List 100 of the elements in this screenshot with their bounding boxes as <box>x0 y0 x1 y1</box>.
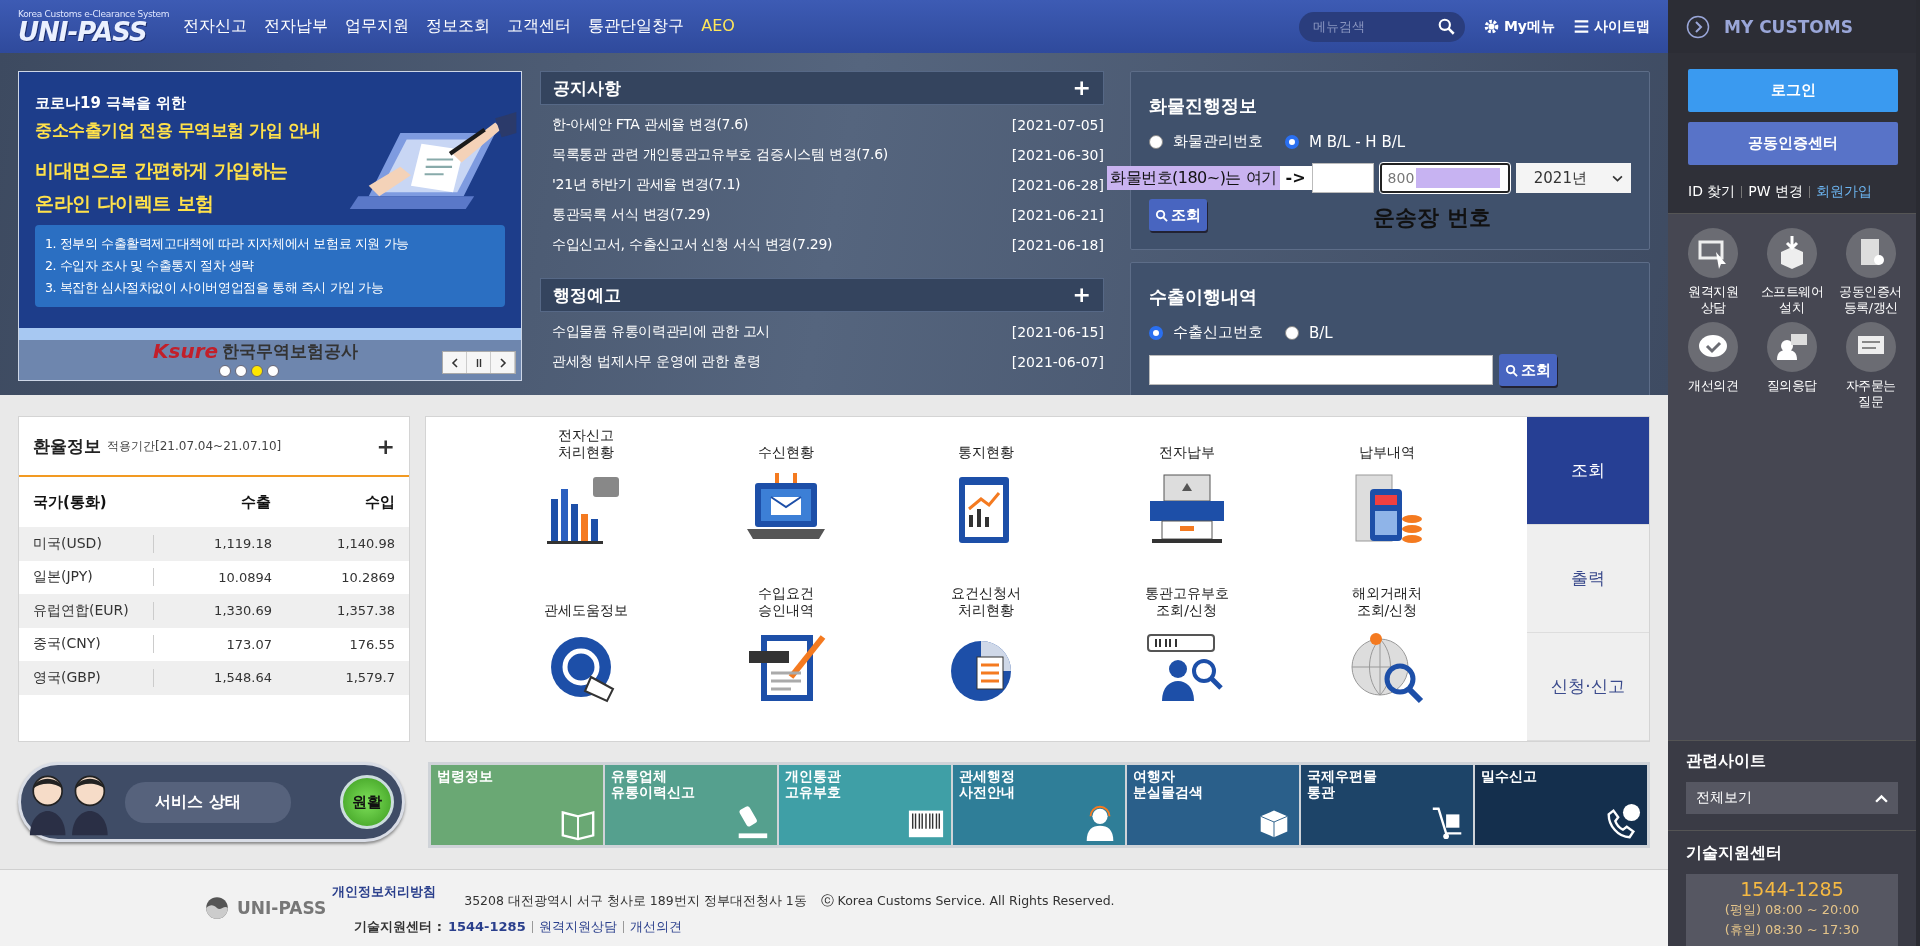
quick-menu-item[interactable]: 원격지원 상담 <box>1674 227 1753 316</box>
category-tab[interactable]: 조회 <box>1527 417 1649 525</box>
quick-link-tile[interactable]: 밀수신고 <box>1475 765 1647 845</box>
notice-link[interactable]: 목록통관 관련 개인통관고유부호 검증시스템 변경(7.6) <box>552 146 888 164</box>
service-link[interactable]: 통관고유부호 조회/신청 <box>1086 583 1287 741</box>
notice-link[interactable]: 수입신고서, 수출신고서 신청 서식 변경(7.29) <box>552 236 833 254</box>
radio-option[interactable]: 수출신고번호 <box>1149 323 1263 342</box>
chat-check-icon[interactable] <box>1688 321 1739 372</box>
quick-link-tile[interactable]: 관세행정 사전안내 <box>953 765 1125 845</box>
certificate-center-button[interactable]: 공동인증센터 <box>1688 122 1898 165</box>
my-menu-link[interactable]: My메뉴 <box>1482 17 1555 36</box>
quick-menu-item[interactable]: 자주묻는 질문 <box>1831 321 1910 410</box>
menu-item[interactable]: 전자신고 <box>183 16 248 37</box>
quick-menu-item[interactable]: 소프트웨어 설치 <box>1752 227 1832 316</box>
table-cell: 유럽연합(EUR) <box>33 601 154 620</box>
year-select[interactable]: 2021년 <box>1515 163 1631 193</box>
notice-link[interactable]: 통관목록 서식 변경(7.29) <box>552 206 711 224</box>
service-link[interactable]: 해외거래처 조회/신청 <box>1286 583 1487 741</box>
support-hours: (휴일) 08:30 ~ 17:30 <box>1724 921 1860 939</box>
monitor-cursor-icon[interactable] <box>1688 227 1739 278</box>
table-cell-text: 173.07 <box>225 636 272 652</box>
menu-item[interactable]: 업무지원 <box>345 16 410 37</box>
quick-menu-item[interactable]: 개선의견 <box>1674 321 1753 410</box>
radio-option[interactable]: B/L <box>1285 323 1333 342</box>
export-number-field[interactable] <box>1149 355 1493 385</box>
more-link[interactable]: + <box>1072 284 1091 306</box>
brand-name: 한국무역보험공사 <box>222 340 359 362</box>
menu-item[interactable]: 정보조회 <box>426 16 491 37</box>
menu-item[interactable]: AEO <box>701 16 735 37</box>
notice-date: [2021-07-05] <box>1011 117 1104 133</box>
table-cell: 일본(JPY) <box>33 568 154 587</box>
notice-link[interactable]: 관세청 법제사무 운영에 관한 훈령 <box>552 353 761 371</box>
account-link[interactable]: 회원가입 <box>1816 183 1873 201</box>
footer-link[interactable]: 원격지원상담 <box>538 917 617 936</box>
quick-menu-item[interactable]: 공동인증서 등록/갱신 <box>1831 227 1910 316</box>
column-header: 수출 <box>240 492 271 512</box>
menu-item[interactable]: 통관단일창구 <box>588 16 685 37</box>
search-icon[interactable] <box>1437 17 1455 35</box>
person-chat-icon[interactable] <box>1767 321 1817 372</box>
radio-option[interactable]: 화물관리번호 <box>1149 132 1263 151</box>
quick-link-tile[interactable]: 여행자 분실물검색 <box>1127 765 1299 845</box>
period-text: 적용기간[21.07.04~21.07.10] <box>107 437 282 455</box>
quick-link-tile[interactable]: 국제우편물 통관 <box>1301 765 1473 845</box>
chevron-circle-icon[interactable] <box>1686 14 1710 39</box>
notice-date: [2021-06-30] <box>1011 147 1104 163</box>
logo[interactable]: Korea Customs e-Clearance System UNI-PASS <box>18 8 170 45</box>
service-link[interactable]: 전자납부 <box>1086 425 1287 583</box>
service-link[interactable]: 수신현황 <box>686 425 887 583</box>
account-link[interactable]: ID 찾기 <box>1688 183 1736 201</box>
support-phone: 1544-1285 <box>447 919 526 934</box>
privacy-policy-link[interactable]: 개인정보처리방침 <box>332 883 437 901</box>
handwritten-note: 운송장 번호 <box>1373 204 1491 232</box>
notice-link[interactable]: 수입물품 유통이력관리에 관한 고시 <box>552 323 770 341</box>
quick-menu-item[interactable]: 질의응답 <box>1752 321 1832 410</box>
table-cell-text: 1,548.64 <box>213 670 272 686</box>
notice-link[interactable]: 한-아세안 FTA 관세율 변경(7.6) <box>552 116 749 134</box>
category-tab[interactable]: 출력 <box>1527 525 1649 633</box>
section-title: 관련사이트 <box>1686 751 1767 772</box>
service-link[interactable]: 수입요건 승인내역 <box>686 583 887 741</box>
service-link[interactable]: 납부내역 <box>1286 425 1487 583</box>
more-link[interactable]: + <box>1072 77 1091 99</box>
service-link[interactable]: 전자신고 처리현황 <box>486 425 687 583</box>
notice-link[interactable]: '21년 하반기 관세율 변경(7.1) <box>552 176 741 194</box>
footer-logo-text: UNI-PASS <box>237 898 327 918</box>
pause-button[interactable] <box>467 352 491 373</box>
sitemap-link[interactable]: 사이트맵 <box>1573 17 1650 36</box>
bl-number-field[interactable]: 800 <box>1379 163 1510 193</box>
footer-link[interactable]: 개선의견 <box>629 917 682 936</box>
service-link[interactable]: 관세도움정보 <box>486 583 687 741</box>
sidebar-title: MY CUSTOMS <box>1724 16 1853 37</box>
copyright-text: ⓒ Korea Customs Service. All Rights Reserved. <box>820 892 1115 910</box>
banner-heading: 온라인 다이렉트 보험 <box>35 191 215 216</box>
service-link[interactable]: 요건신청서 처리현황 <box>886 583 1087 741</box>
table-cell-text: 10.2869 <box>340 569 395 585</box>
table-cell-text: 176.55 <box>348 636 395 652</box>
caret-icon <box>1612 174 1623 182</box>
chevron-up-icon <box>1875 793 1888 803</box>
account-link[interactable]: PW 변경 <box>1748 183 1804 201</box>
service-link[interactable]: 통지현황 <box>886 425 1087 583</box>
column-header: 수입 <box>364 492 395 512</box>
menu-search-field[interactable]: 메뉴검색 <box>1298 11 1465 42</box>
related-sites-select[interactable]: 전체보기 <box>1686 782 1898 814</box>
next-button[interactable] <box>491 352 515 373</box>
more-link[interactable]: + <box>376 433 395 459</box>
notice-date: [2021-06-28] <box>1011 177 1104 193</box>
chat-icon[interactable] <box>1845 321 1896 372</box>
cargo-number-field[interactable] <box>1311 163 1374 193</box>
menu-item[interactable]: 고객센터 <box>507 16 572 37</box>
radio-option[interactable]: M B/L - H B/L <box>1285 132 1406 151</box>
certificate-icon[interactable] <box>1845 227 1896 278</box>
board-title: 공지사항 <box>553 76 621 100</box>
search-button[interactable]: 조회 <box>1149 199 1207 231</box>
category-tab[interactable]: 신청·신고 <box>1527 633 1649 741</box>
banner-bullet-text: 3. 복잡한 심사절차없이 사이버영업점을 통해 즉시 가입 가능 <box>45 279 385 297</box>
box-download-icon[interactable] <box>1767 227 1817 278</box>
search-button[interactable]: 조회 <box>1499 354 1557 386</box>
menu-item[interactable]: 전자납부 <box>264 16 329 37</box>
chevron-right-icon <box>497 357 508 368</box>
banner[interactable]: 코로나19 극복을 위한 중소수출기업 전용 무역보험 가입 안내 비대면으로 간편하게 가입하는 온라인 다이렉트 보험 1. 정부의 수출활력제고대책에 따라 지자체에서 보험료 지원 가능 2. 수입자 조사 및 수출통지 절차 생략 3. 복잡한 심사절차없이 사이버영업점을 통해 즉시 가입 가능 Ksure 한국무역보험공사 <box>18 71 522 381</box>
previous-button[interactable] <box>443 352 467 373</box>
